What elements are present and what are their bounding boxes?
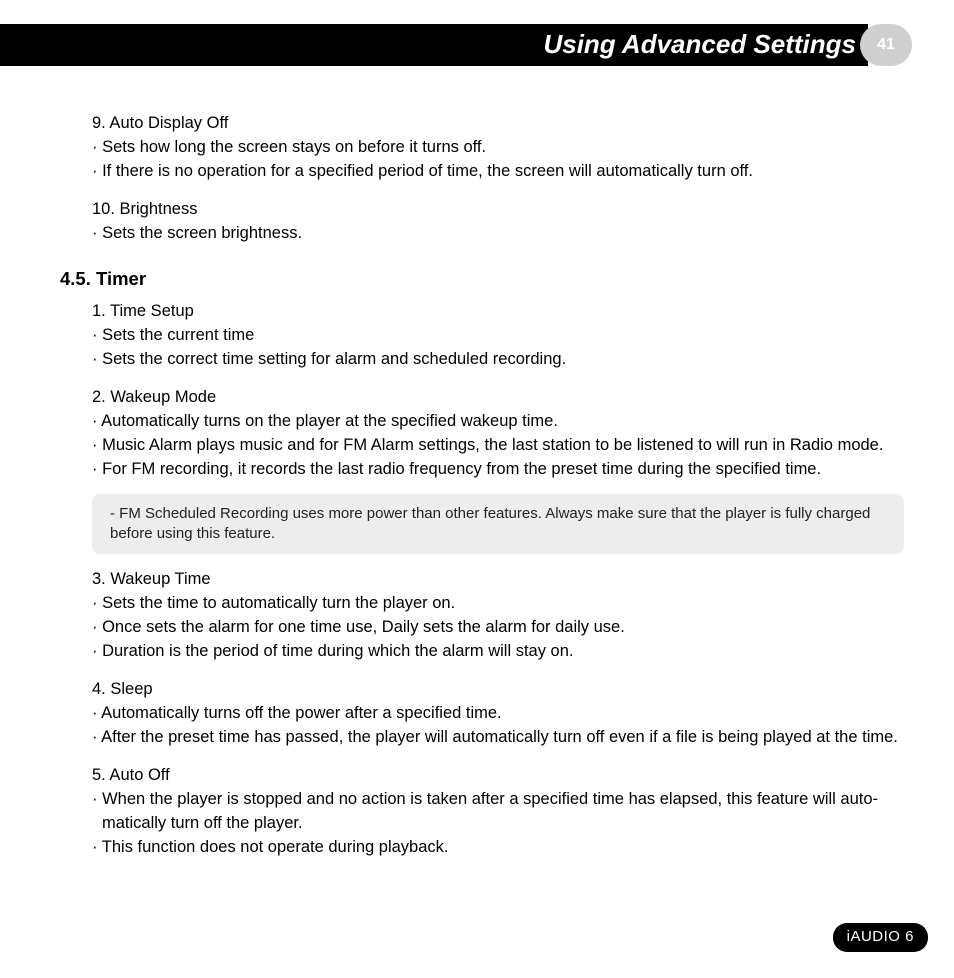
page-number-badge: 41 [860, 24, 912, 66]
item-bullet: When the player is stopped and no action… [92, 788, 904, 836]
item-bullet: If there is no operation for a specified… [92, 160, 904, 184]
item-bullet: Duration is the period of time during wh… [92, 640, 904, 664]
item-title: 5. Auto Off [92, 764, 904, 788]
setting-item: 2. Wakeup Mode Automatically turns on th… [92, 386, 904, 482]
item-bullet: Sets the current time [92, 324, 904, 348]
setting-item: 4. Sleep Automatically turns off the pow… [92, 678, 904, 750]
item-bullet: Music Alarm plays music and for FM Alarm… [92, 434, 904, 458]
setting-item: 9. Auto Display Off Sets how long the sc… [92, 112, 904, 184]
page-content: 9. Auto Display Off Sets how long the sc… [0, 86, 954, 860]
item-bullet: For FM recording, it records the last ra… [92, 458, 904, 482]
page-number: 41 [877, 33, 895, 56]
setting-item: 5. Auto Off When the player is stopped a… [92, 764, 904, 860]
header-title-bar: Using Advanced Settings [0, 24, 868, 66]
note-box: - FM Scheduled Recording uses more power… [92, 494, 904, 555]
section-heading: 4.5. Timer [60, 266, 904, 293]
item-bullet: Once sets the alarm for one time use, Da… [92, 616, 904, 640]
item-bullet: After the preset time has passed, the pl… [92, 726, 904, 750]
item-title: 1. Time Setup [92, 300, 904, 324]
item-title: 3. Wakeup Time [92, 568, 904, 592]
item-bullet: Automatically turns on the player at the… [92, 410, 904, 434]
setting-item: 10. Brightness Sets the screen brightnes… [92, 198, 904, 246]
page-header: Using Advanced Settings 41 [0, 24, 954, 86]
item-title: 2. Wakeup Mode [92, 386, 904, 410]
item-bullet: Sets how long the screen stays on before… [92, 136, 904, 160]
item-bullet: Sets the correct time setting for alarm … [92, 348, 904, 372]
footer-badge-text: iAUDIO 6 [847, 928, 914, 945]
item-title: 4. Sleep [92, 678, 904, 702]
item-title: 10. Brightness [92, 198, 904, 222]
item-bullet: Sets the screen brightness. [92, 222, 904, 246]
setting-item: 1. Time Setup Sets the current time Sets… [92, 300, 904, 372]
footer-product-badge: iAUDIO 6 [833, 923, 928, 952]
item-bullet: Sets the time to automatically turn the … [92, 592, 904, 616]
item-bullet: This function does not operate during pl… [92, 836, 904, 860]
item-title: 9. Auto Display Off [92, 112, 904, 136]
header-title: Using Advanced Settings [543, 26, 856, 64]
item-bullet: Automatically turns off the power after … [92, 702, 904, 726]
setting-item: 3. Wakeup Time Sets the time to automati… [92, 568, 904, 664]
